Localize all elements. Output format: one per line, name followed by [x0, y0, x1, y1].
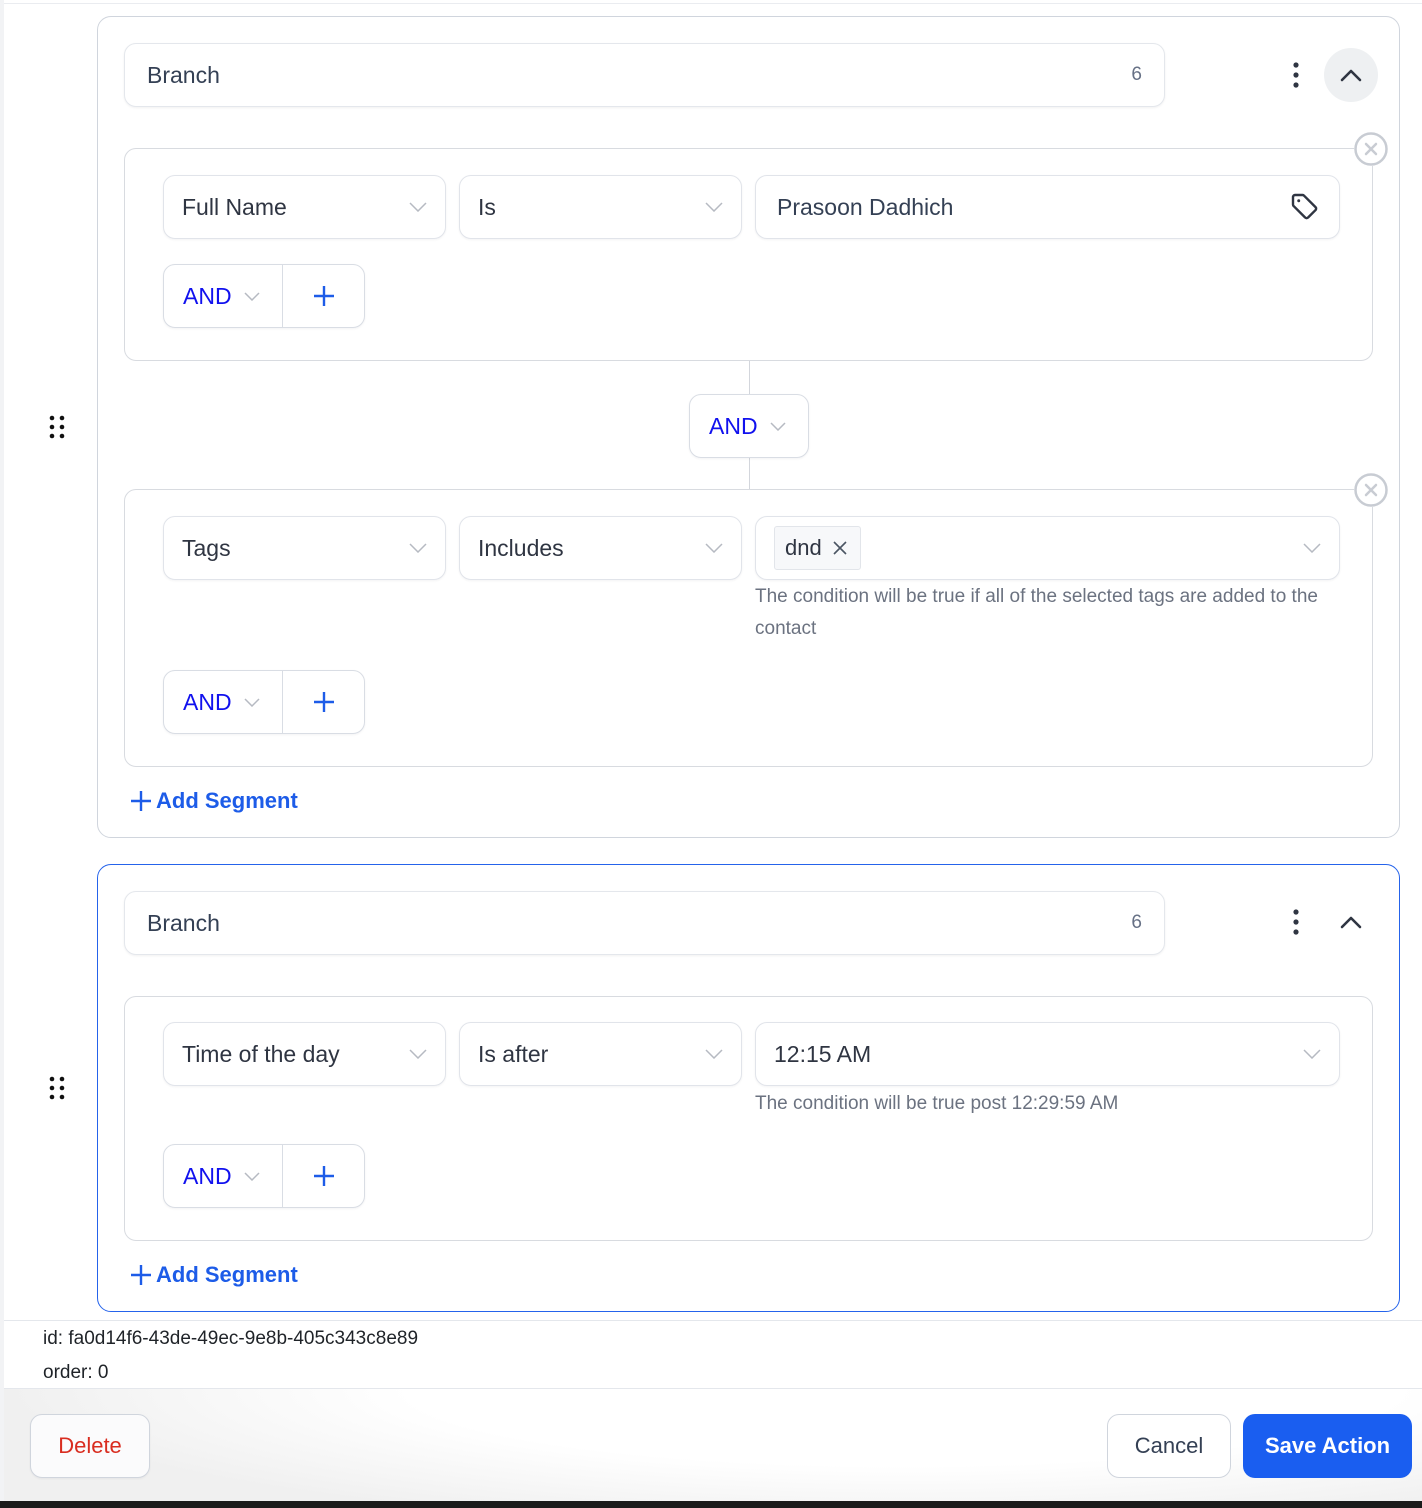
- chevron-down-icon: [244, 697, 260, 707]
- segment-operator-select[interactable]: Is after: [459, 1022, 742, 1086]
- branch-1-segment-2: Tags Includes dnd The condition will be …: [124, 489, 1373, 767]
- segment-joiner-value: AND: [709, 412, 758, 439]
- add-condition-button[interactable]: [283, 1145, 364, 1207]
- plus-icon: [131, 1265, 151, 1285]
- chevron-up-icon: [1340, 69, 1362, 81]
- segment-hint-text: The condition will be true post 12:29:59…: [755, 1093, 1119, 1114]
- condition-logic-select[interactable]: AND: [164, 265, 283, 327]
- branch-1-segment-2-remove-button[interactable]: [1354, 473, 1388, 507]
- branch-1-segment-1-remove-button[interactable]: [1354, 132, 1388, 166]
- chevron-down-icon: [244, 291, 260, 301]
- segment-operator-value: Includes: [478, 534, 564, 561]
- segment-logic-group: AND: [163, 670, 365, 734]
- close-circle-icon: [1354, 473, 1388, 507]
- branch-2-count: 6: [1131, 912, 1142, 933]
- top-divider: [4, 3, 1422, 4]
- chevron-down-icon: [705, 1049, 723, 1059]
- more-vertical-icon: [1293, 909, 1299, 935]
- segment-operator-select[interactable]: Includes: [459, 516, 742, 580]
- more-vertical-icon: [1293, 62, 1299, 88]
- branch-1-drag-handle[interactable]: [48, 414, 68, 440]
- branch-1-segment-1: Full Name Is Prasoon Dadhich AND: [124, 148, 1373, 361]
- chevron-down-icon: [1303, 543, 1321, 553]
- action-order-text: order: 0: [43, 1362, 109, 1383]
- branch-1-name-field[interactable]: Branch 6: [124, 43, 1165, 107]
- selected-tags: dnd: [774, 526, 1303, 570]
- chevron-down-icon: [770, 421, 786, 431]
- chevron-down-icon: [409, 543, 427, 553]
- branch-card-2: Branch 6 Time of the day Is after 12:15: [97, 864, 1400, 1312]
- remove-tag-icon[interactable]: [832, 540, 848, 556]
- condition-logic-select[interactable]: AND: [164, 671, 283, 733]
- branch-2-collapse-button[interactable]: [1324, 895, 1378, 949]
- segment-hint-text: The condition will be true if all of the…: [755, 586, 1318, 639]
- segment-field-select[interactable]: Full Name: [163, 175, 446, 239]
- segment-value-input[interactable]: Prasoon Dadhich: [755, 175, 1340, 239]
- segment-value-text: Prasoon Dadhich: [777, 193, 954, 220]
- chevron-down-icon: [705, 202, 723, 212]
- tags-multiselect[interactable]: dnd: [755, 516, 1340, 580]
- branch-1-collapse-button[interactable]: [1324, 48, 1378, 102]
- close-circle-icon: [1354, 132, 1388, 166]
- branch-2-more-button[interactable]: [1284, 902, 1308, 942]
- plus-icon: [313, 1166, 334, 1186]
- time-select-value: 12:15 AM: [774, 1040, 872, 1067]
- window-bottom-edge: [0, 1501, 1422, 1508]
- drag-dots-icon: [49, 1076, 65, 1100]
- add-segment-label: Add Segment: [156, 1262, 298, 1287]
- condition-logic-select[interactable]: AND: [164, 1145, 283, 1207]
- segment-field-select[interactable]: Time of the day: [163, 1022, 446, 1086]
- segment-field-value: Tags: [182, 534, 231, 561]
- tag-chip: dnd: [774, 526, 861, 570]
- chevron-down-icon: [409, 1049, 427, 1059]
- branch-1-add-segment-button[interactable]: Add Segment: [130, 788, 298, 814]
- segment-field-value: Time of the day: [182, 1040, 340, 1067]
- segment-logic-group: AND: [163, 264, 365, 328]
- tag-chip-label: dnd: [785, 535, 822, 560]
- segment-joiner-select[interactable]: AND: [689, 394, 809, 458]
- segment-operator-select[interactable]: Is: [459, 175, 742, 239]
- chevron-down-icon: [1303, 1049, 1321, 1059]
- add-condition-button[interactable]: [283, 265, 364, 327]
- plus-icon: [131, 791, 151, 811]
- add-condition-button[interactable]: [283, 671, 364, 733]
- condition-logic-value: AND: [183, 688, 232, 715]
- branch-card-1: Branch 6 Full Name Is Prasoon Dadhich AN…: [97, 16, 1400, 838]
- segment-logic-group: AND: [163, 1144, 365, 1208]
- branch-2-drag-handle[interactable]: [48, 1075, 68, 1101]
- branch-2-segment-1: Time of the day Is after 12:15 AM The co…: [124, 996, 1373, 1241]
- meta-divider-top: [4, 1320, 1422, 1321]
- branch-1-more-button[interactable]: [1284, 55, 1308, 95]
- condition-logic-value: AND: [183, 1162, 232, 1189]
- branch-2-name-field[interactable]: Branch 6: [124, 891, 1165, 955]
- branch-1-count: 6: [1131, 64, 1142, 85]
- add-segment-label: Add Segment: [156, 788, 298, 813]
- time-select[interactable]: 12:15 AM: [755, 1022, 1340, 1086]
- plus-icon: [313, 286, 334, 306]
- drag-dots-icon: [49, 415, 65, 439]
- segment-operator-value: Is after: [478, 1040, 549, 1067]
- plus-icon: [313, 692, 334, 712]
- branch-2-name: Branch: [147, 909, 220, 936]
- action-id-text: id: fa0d14f6-43de-49ec-9e8b-405c343c8e89: [43, 1328, 419, 1349]
- chevron-up-icon: [1340, 916, 1362, 928]
- condition-logic-value: AND: [183, 282, 232, 309]
- branch-2-add-segment-button[interactable]: Add Segment: [130, 1262, 298, 1288]
- branch-editor-page: Branch 6 Full Name Is Prasoon Dadhich AN…: [0, 0, 1422, 1508]
- left-rail: [0, 0, 4, 1508]
- branch-1-name: Branch: [147, 61, 220, 88]
- chevron-down-icon: [409, 202, 427, 212]
- delete-button[interactable]: Delete: [30, 1414, 150, 1478]
- segment-field-value: Full Name: [182, 193, 287, 220]
- save-action-button[interactable]: Save Action: [1243, 1414, 1412, 1478]
- tag-icon[interactable]: [1289, 191, 1321, 223]
- chevron-down-icon: [705, 543, 723, 553]
- segment-operator-value: Is: [478, 193, 496, 220]
- cancel-button[interactable]: Cancel: [1107, 1414, 1231, 1478]
- chevron-down-icon: [244, 1171, 260, 1181]
- segment-field-select[interactable]: Tags: [163, 516, 446, 580]
